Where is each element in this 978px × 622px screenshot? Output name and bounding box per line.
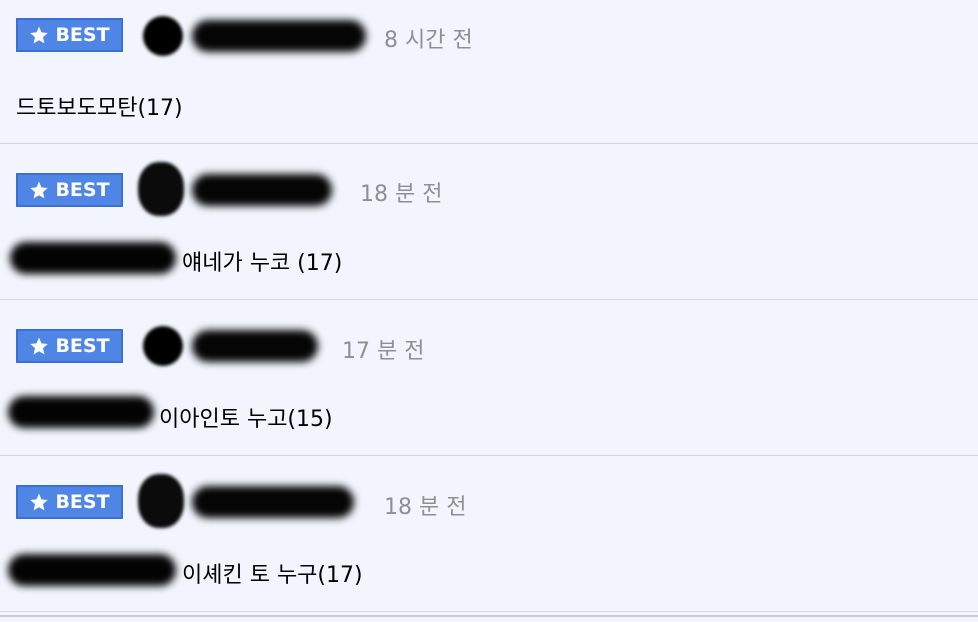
username-redacted[interactable] [192,174,332,206]
best-badge: BEST [16,329,123,363]
avatar[interactable] [138,474,184,528]
comment-item[interactable]: BEST 17 분 전 이아인토 누고(15) [0,300,978,456]
best-badge-label: BEST [55,335,110,357]
comment-item[interactable]: BEST 18 분 전 이셰킨 토 누구(17) [0,456,978,612]
comment-time: 17 분 전 [342,339,425,364]
comment-text: 얘네가 누코 (17) [182,251,343,276]
star-icon [30,337,49,355]
comment-text: 드토보도모탄(17) [16,96,183,121]
best-badge-label: BEST [55,491,110,513]
comment-time: 18 분 전 [384,495,467,520]
username-redacted[interactable] [192,486,354,518]
avatar[interactable] [143,16,183,56]
comment-item[interactable]: BEST 8 시간 전 드토보도모탄(17) [0,0,978,144]
best-badge: BEST [16,18,123,52]
comment-text: 이아인토 누고(15) [159,407,333,432]
comment-item[interactable]: BEST 18 분 전 얘네가 누코 (17) [0,144,978,300]
best-badge-label: BEST [55,24,110,46]
avatar[interactable] [143,326,183,366]
star-icon [30,26,49,44]
comment-time: 18 분 전 [360,182,443,207]
best-badge: BEST [16,485,123,519]
best-badge-label: BEST [55,179,110,201]
mention-redacted [8,554,176,586]
comment-time: 8 시간 전 [384,28,473,53]
avatar[interactable] [138,162,184,216]
star-icon [30,181,49,199]
username-redacted[interactable] [192,330,318,362]
comment-text: 이셰킨 토 누구(17) [182,563,363,588]
username-redacted[interactable] [192,20,366,52]
star-icon [30,493,49,511]
best-comment-list: BEST 8 시간 전 드토보도모탄(17) BEST 18 분 전 얘네가 누… [0,0,978,622]
best-badge: BEST [16,173,123,207]
mention-redacted [10,242,176,274]
list-bottom-divider [0,615,978,617]
mention-redacted [8,396,154,428]
